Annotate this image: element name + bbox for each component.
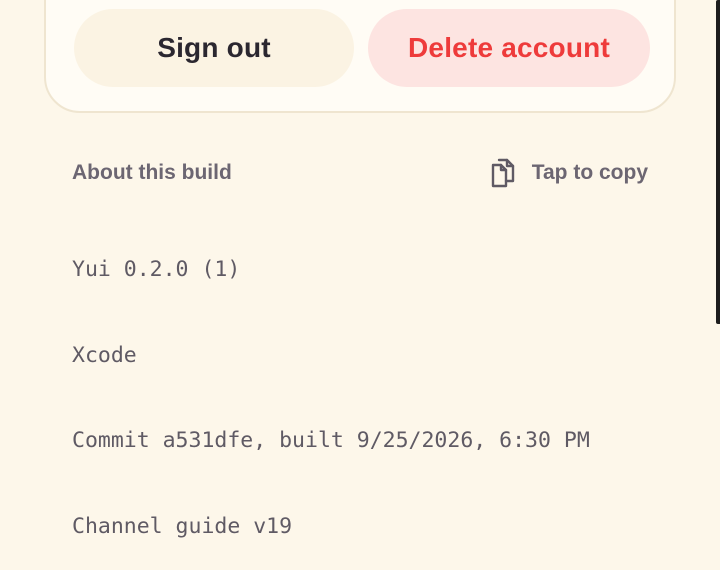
build-info-text: Yui 0.2.0 (1) Xcode Commit a531dfe, buil… (72, 199, 590, 570)
about-build-title: About this build (72, 161, 232, 184)
copy-icon (491, 158, 514, 188)
build-commit-line: Commit a531dfe, built 9/25/2026, 6:30 PM (72, 428, 590, 453)
build-version-line: Yui 0.2.0 (1) (72, 257, 241, 282)
sign-out-label: Sign out (157, 32, 271, 63)
delete-account-label: Delete account (408, 32, 610, 63)
sign-out-button[interactable]: Sign out (74, 9, 354, 87)
delete-account-button[interactable]: Delete account (368, 9, 650, 87)
scroll-indicator[interactable] (716, 0, 720, 324)
build-tool-line: Xcode (72, 342, 137, 368)
tap-to-copy-label: Tap to copy (531, 161, 648, 184)
account-actions-card: Sign out Delete account (44, 0, 676, 113)
build-channel-line: Channel guide v19 (72, 513, 293, 539)
tap-to-copy-button[interactable]: Tap to copy (488, 157, 648, 189)
